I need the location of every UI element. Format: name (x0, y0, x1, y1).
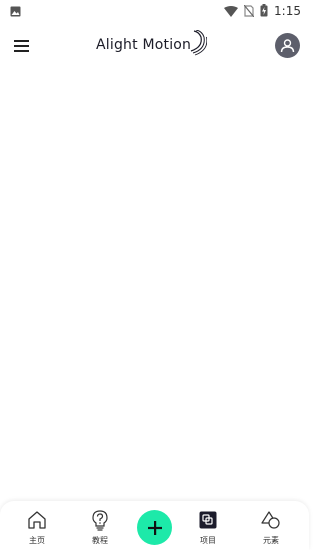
nav-home-label: 主页 (29, 536, 45, 545)
bottom-navigation: 主页 教程 项目 元素 (0, 501, 309, 550)
plus-icon (147, 520, 162, 535)
wifi-icon (224, 2, 239, 21)
home-icon (26, 509, 48, 531)
logo-text: Alight Motion (96, 37, 192, 53)
status-time: 1:15 (274, 4, 301, 18)
status-bar: 1:15 (0, 0, 309, 22)
no-sim-icon (243, 2, 255, 21)
app-logo: Alight Motion (96, 29, 208, 60)
nav-projects[interactable]: 项目 (186, 509, 230, 549)
nav-elements-label: 元素 (263, 536, 279, 545)
nav-tutorials[interactable]: 教程 (78, 509, 122, 549)
projects-icon (197, 509, 219, 531)
image-icon (10, 2, 21, 21)
app-bar: Alight Motion (0, 26, 309, 66)
account-icon[interactable] (275, 33, 300, 58)
battery-charging-icon (260, 2, 268, 21)
logo-swoosh-icon (189, 29, 208, 60)
nav-tutorials-label: 教程 (92, 536, 108, 545)
lightbulb-question-icon (89, 509, 111, 531)
nav-elements[interactable]: 元素 (249, 509, 293, 549)
hamburger-menu-icon[interactable] (13, 38, 31, 52)
create-project-button[interactable] (137, 510, 172, 545)
app-screen: 1:15 Alight Motion 主页 教程 项目 元素 (0, 0, 309, 550)
main-content-area (0, 68, 309, 500)
nav-projects-label: 项目 (200, 536, 216, 545)
elements-shapes-icon (260, 509, 282, 531)
nav-home[interactable]: 主页 (15, 509, 59, 549)
